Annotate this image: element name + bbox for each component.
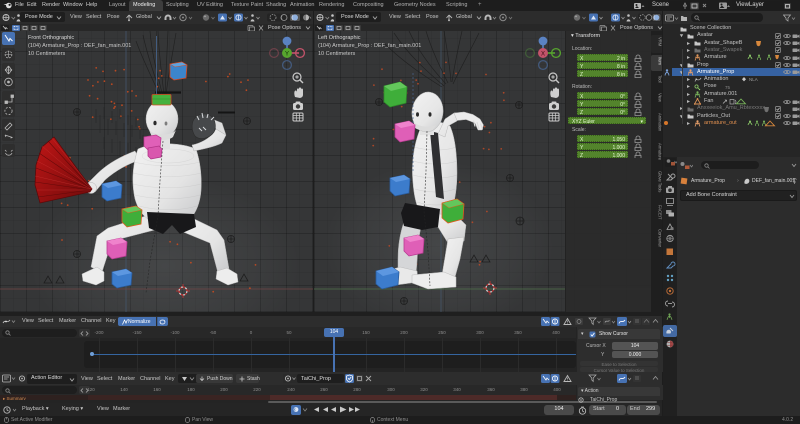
svg-text:X: X (541, 52, 545, 58)
svg-text:FACEIT: FACEIT (658, 205, 663, 220)
svg-text:Glove Tools: Glove Tools (658, 171, 663, 192)
svg-text:Item: Item (658, 57, 663, 65)
svg-text:VRM: VRM (658, 37, 663, 47)
svg-text:NLA: NLA (749, 77, 758, 82)
svg-text:Armature: Armature (658, 143, 663, 161)
svg-text:Y: Y (285, 52, 289, 58)
svg-text:View: View (658, 93, 663, 103)
svg-text:Tool: Tool (658, 75, 663, 83)
svg-text:Animation: Animation (658, 113, 663, 132)
svg-text:Converter: Converter (658, 229, 663, 248)
